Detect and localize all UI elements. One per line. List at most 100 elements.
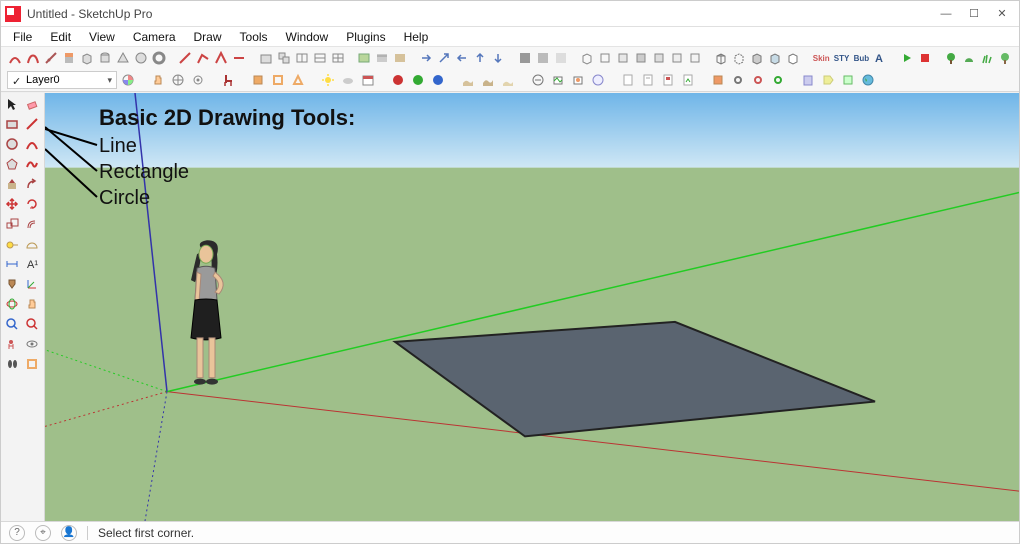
tool-view-front-icon[interactable] [615, 49, 631, 67]
tool-export-icon[interactable] [839, 71, 857, 89]
tool-shade-2-icon[interactable] [535, 49, 551, 67]
tool-color-wheel-icon[interactable] [119, 71, 137, 89]
tape-tool-icon[interactable] [3, 235, 21, 253]
line-tool-icon[interactable] [23, 115, 41, 133]
tool-window-c-icon[interactable] [330, 49, 346, 67]
paint-tool-icon[interactable] [3, 275, 21, 293]
menu-plugins[interactable]: Plugins [338, 29, 393, 45]
text-tool-icon[interactable]: A¹ [23, 255, 41, 273]
tool-view-top-icon[interactable] [597, 49, 613, 67]
eraser-tool-icon[interactable] [23, 95, 41, 113]
followme-tool-icon[interactable] [23, 175, 41, 193]
tool-book-icon[interactable] [799, 71, 817, 89]
tool-arrow-2-icon[interactable] [436, 49, 452, 67]
tool-date-icon[interactable] [359, 71, 377, 89]
tool-arrow-3-icon[interactable] [454, 49, 470, 67]
tool-shade-1-icon[interactable] [517, 49, 533, 67]
tool-window-a-icon[interactable] [294, 49, 310, 67]
close-button[interactable]: ✕ [989, 5, 1015, 23]
zoom-extents-tool-icon[interactable] [23, 315, 41, 333]
zoom-tool-icon[interactable] [3, 315, 21, 333]
geo-icon[interactable]: ⌖ [35, 525, 51, 541]
tool-section-icon[interactable] [249, 71, 267, 89]
tool-texture-b-icon[interactable] [374, 49, 390, 67]
tool-compass-icon[interactable] [169, 71, 187, 89]
tool-sand-3-icon[interactable] [499, 71, 517, 89]
arc-tool-icon[interactable] [23, 135, 41, 153]
tool-stop-icon[interactable] [917, 49, 933, 67]
tool-badge-skin-icon[interactable]: Skin [812, 49, 831, 67]
tool-style-tex-icon[interactable] [767, 49, 783, 67]
tool-section-plane-icon[interactable] [289, 71, 307, 89]
tool-sphere-icon[interactable] [133, 49, 149, 67]
tool-grass-icon[interactable] [979, 49, 995, 67]
position-camera-tool-icon[interactable] [3, 335, 21, 353]
maximize-button[interactable]: ☐ [961, 5, 987, 23]
menu-window[interactable]: Window [278, 29, 337, 45]
tool-group-icon[interactable] [276, 49, 292, 67]
tool-badge-bub-icon[interactable]: Bub [853, 49, 871, 67]
tool-arc-icon[interactable] [7, 49, 23, 67]
tool-misc-4-icon[interactable] [589, 71, 607, 89]
scale-tool-icon[interactable] [3, 215, 21, 233]
tool-page-4-icon[interactable] [679, 71, 697, 89]
tool-bush-icon[interactable] [961, 49, 977, 67]
tool-extrude-icon[interactable] [61, 49, 77, 67]
dimension-tool-icon[interactable] [3, 255, 21, 273]
tool-view-left-icon[interactable] [669, 49, 685, 67]
tool-tree-icon[interactable] [943, 49, 959, 67]
user-icon[interactable]: 👤 [61, 525, 77, 541]
tool-arrow-5-icon[interactable] [490, 49, 506, 67]
tool-view-iso-icon[interactable] [579, 49, 595, 67]
minimize-button[interactable]: — [933, 5, 959, 23]
tool-page-1-icon[interactable] [619, 71, 637, 89]
menu-tools[interactable]: Tools [232, 29, 276, 45]
menu-help[interactable]: Help [396, 29, 437, 45]
tool-page-3-icon[interactable] [659, 71, 677, 89]
circle-tool-icon[interactable] [3, 135, 21, 153]
tool-style-wire-icon[interactable] [713, 49, 729, 67]
protractor-tool-icon[interactable] [23, 235, 41, 253]
tool-cylinder-icon[interactable] [97, 49, 113, 67]
tool-cone-icon[interactable] [115, 49, 131, 67]
tool-texture-a-icon[interactable] [356, 49, 372, 67]
tool-target-icon[interactable] [189, 71, 207, 89]
tool-misc-3-icon[interactable] [569, 71, 587, 89]
tool-badge-sty-icon[interactable]: STY [833, 49, 851, 67]
axes-tool-icon[interactable] [23, 275, 41, 293]
tool-gear-icon[interactable] [729, 71, 747, 89]
rectangle-tool-icon[interactable] [3, 115, 21, 133]
tool-texture-c-icon[interactable] [392, 49, 408, 67]
tool-page-2-icon[interactable] [639, 71, 657, 89]
tool-gear-2-icon[interactable] [749, 71, 767, 89]
tool-misc-2-icon[interactable] [549, 71, 567, 89]
tool-ball-blue-icon[interactable] [429, 71, 447, 89]
tool-line-3-icon[interactable] [213, 49, 229, 67]
orbit-tool-icon[interactable] [3, 295, 21, 313]
tool-tag-icon[interactable] [819, 71, 837, 89]
tool-chair-icon[interactable] [219, 71, 237, 89]
tool-sand-icon[interactable] [459, 71, 477, 89]
look-around-tool-icon[interactable] [23, 335, 41, 353]
select-tool-icon[interactable] [3, 95, 21, 113]
tool-section-display-icon[interactable] [269, 71, 287, 89]
menu-draw[interactable]: Draw [186, 29, 230, 45]
section-tool-icon[interactable] [23, 355, 41, 373]
viewport[interactable]: Basic 2D Drawing Tools: Line Rectangle C… [45, 93, 1019, 521]
tool-ball-red-icon[interactable] [389, 71, 407, 89]
tool-view-right-icon[interactable] [633, 49, 649, 67]
tool-torus-icon[interactable] [151, 49, 167, 67]
tool-box-icon[interactable] [79, 49, 95, 67]
tool-sun-icon[interactable] [319, 71, 337, 89]
pan-tool-icon[interactable] [23, 295, 41, 313]
tool-line-2-icon[interactable] [195, 49, 211, 67]
tool-fog-icon[interactable] [339, 71, 357, 89]
walk-tool-icon[interactable] [3, 355, 21, 373]
layer-selector[interactable]: Layer0 ▾ [7, 71, 117, 89]
tool-line-4-icon[interactable] [231, 49, 247, 67]
tool-window-b-icon[interactable] [312, 49, 328, 67]
tool-bezier-icon[interactable] [25, 49, 41, 67]
menu-view[interactable]: View [81, 29, 123, 45]
tool-line-1-icon[interactable] [177, 49, 193, 67]
tool-sand-2-icon[interactable] [479, 71, 497, 89]
